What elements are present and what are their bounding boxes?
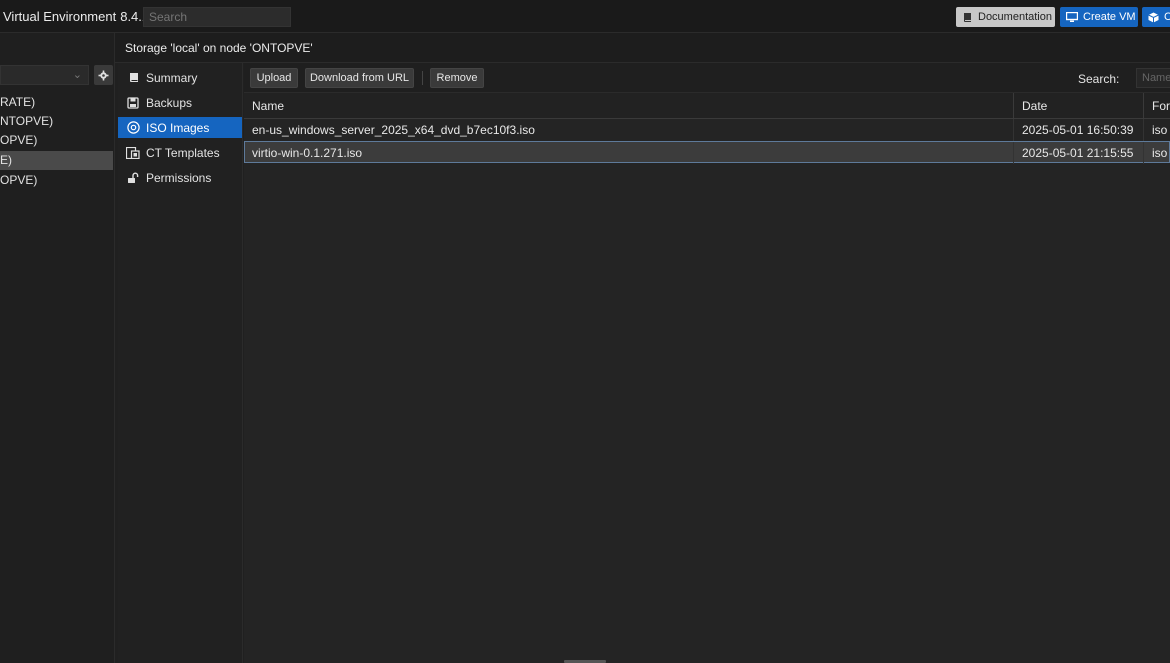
disc-icon <box>126 121 140 135</box>
subnav-item-backups[interactable]: Backups <box>118 92 242 113</box>
download-from-url-button[interactable]: Download from URL <box>305 68 414 88</box>
create-vm-button[interactable]: Create VM <box>1060 7 1138 27</box>
cell-format: iso <box>1152 146 1168 160</box>
remove-button[interactable]: Remove <box>430 68 484 88</box>
table-row[interactable]: en-us_windows_server_2025_x64_dvd_b7ec10… <box>244 119 1170 141</box>
tree-item[interactable]: NTOPVE) <box>0 112 113 131</box>
app-title: Virtual Environment 8.4.1 <box>3 9 149 24</box>
subnav-item-ct-templates[interactable]: CT Templates <box>118 142 242 163</box>
toolbar: Upload Download from URL Remove Search: … <box>244 63 1170 93</box>
book-icon <box>964 12 971 22</box>
unlock-icon <box>126 171 140 185</box>
resource-tree: ⌄ RATE) NTOPVE) OPVE) E) OPVE) <box>0 33 115 663</box>
global-search-input[interactable] <box>143 7 291 27</box>
subnav-label: Backups <box>146 95 193 110</box>
subnav-label: CT Templates <box>146 145 220 160</box>
subnav-item-iso-images[interactable]: ISO Images <box>118 117 242 138</box>
storage-subnav: Summary Backups ISO Images CT Templates … <box>118 63 243 663</box>
subnav-item-permissions[interactable]: Permissions <box>118 167 242 188</box>
column-header-format[interactable]: Format <box>1144 93 1170 119</box>
subnav-label: Summary <box>146 70 198 85</box>
create-vm-label: Create VM <box>1083 11 1136 23</box>
iso-grid: en-us_windows_server_2025_x64_dvd_b7ec10… <box>244 119 1170 663</box>
cube-icon <box>1148 12 1159 22</box>
cell-date: 2025-05-01 21:15:55 <box>1022 146 1134 160</box>
subnav-label: ISO Images <box>146 120 210 135</box>
search-label: Search: <box>1078 72 1120 86</box>
create-ct-label: C <box>1164 11 1170 23</box>
iso-search-input[interactable]: Name <box>1136 68 1170 88</box>
app-window: Virtual Environment8.4.1 Documentation C… <box>0 0 1170 663</box>
book-icon <box>126 71 140 85</box>
app-title-text: Virtual Environment <box>3 9 117 24</box>
table-row-selected[interactable]: virtio-win-0.1.271.iso 2025-05-01 21:15:… <box>244 141 1170 164</box>
gear-icon <box>98 70 109 80</box>
content-header: Storage 'local' on node 'ONTOPVE' <box>115 33 1170 63</box>
tree-settings-button[interactable] <box>94 65 113 85</box>
view-selector[interactable]: ⌄ <box>0 65 89 85</box>
column-header-name[interactable]: Name <box>244 93 1012 119</box>
chevron-down-icon: ⌄ <box>72 69 82 81</box>
floppy-icon <box>126 96 140 110</box>
cell-format: iso <box>1152 123 1168 137</box>
top-bar: Virtual Environment8.4.1 Documentation C… <box>0 0 1170 33</box>
page-title: Storage 'local' on node 'ONTOPVE' <box>125 41 313 55</box>
subnav-item-summary[interactable]: Summary <box>118 67 242 88</box>
cell-name: en-us_windows_server_2025_x64_dvd_b7ec10… <box>252 123 535 137</box>
monitor-icon <box>1066 11 1078 22</box>
tree-item[interactable]: RATE) <box>0 93 113 112</box>
tree-item-selected[interactable]: E) <box>0 151 113 170</box>
documentation-label: Documentation <box>978 11 1052 23</box>
documentation-button[interactable]: Documentation <box>956 7 1055 27</box>
grid-header: Name Date Format <box>244 93 1170 119</box>
create-ct-button[interactable]: C <box>1142 7 1170 27</box>
column-header-date[interactable]: Date <box>1014 93 1142 119</box>
tree-item[interactable]: OPVE) <box>0 131 113 150</box>
template-icon <box>126 146 140 160</box>
cell-date: 2025-05-01 16:50:39 <box>1022 123 1134 137</box>
tree-item[interactable]: OPVE) <box>0 171 113 190</box>
toolbar-separator <box>422 71 423 85</box>
subnav-label: Permissions <box>146 170 212 185</box>
upload-button[interactable]: Upload <box>250 68 298 88</box>
cell-name: virtio-win-0.1.271.iso <box>252 146 363 160</box>
